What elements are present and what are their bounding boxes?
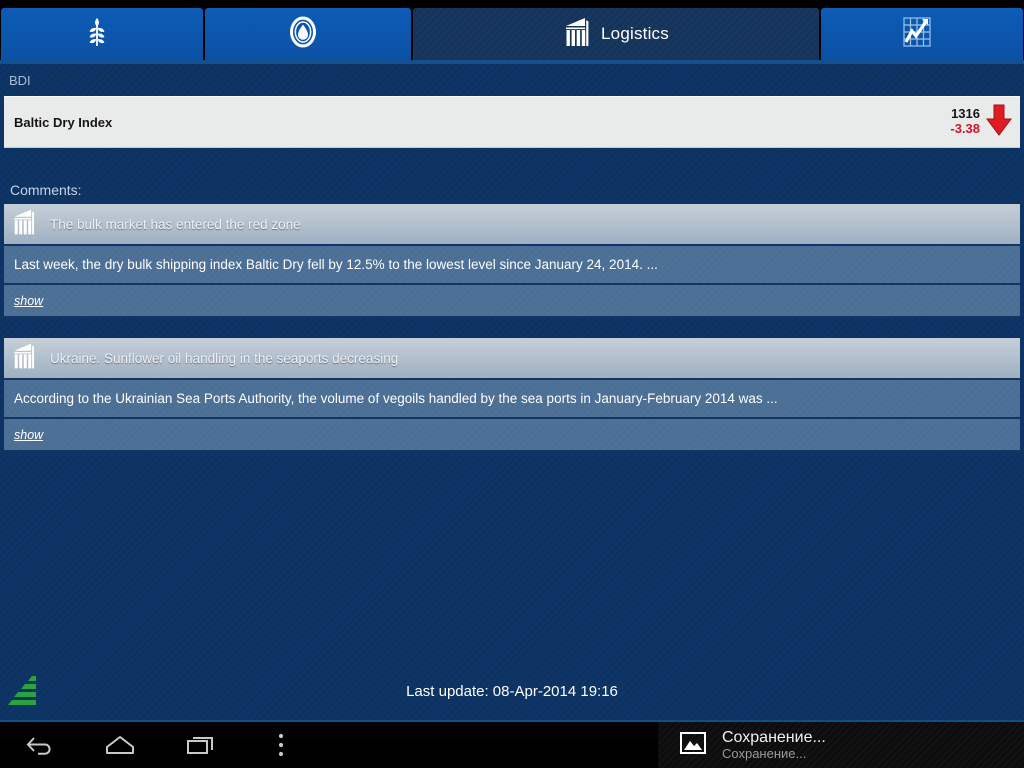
- comment-show-row[interactable]: show: [4, 285, 1020, 318]
- notification-title: Сохранение...: [722, 728, 826, 746]
- line-chart-icon: [900, 15, 934, 54]
- comment-show-row[interactable]: show: [4, 419, 1020, 452]
- show-link[interactable]: show: [14, 428, 43, 442]
- tab-quotes[interactable]: [821, 8, 1023, 60]
- notification-subtitle: Сохранение...: [722, 745, 807, 761]
- last-update-text: Last update: 08-Apr-2014 19:16: [406, 683, 618, 700]
- home-icon[interactable]: [80, 722, 160, 768]
- down-arrow-icon: [986, 102, 1012, 143]
- image-icon: [680, 730, 706, 761]
- notification-screenshot-saving[interactable]: Сохранение... Сохранение...: [658, 722, 1024, 768]
- comment-header[interactable]: The bulk market has entered the red zone: [4, 204, 1020, 246]
- show-link[interactable]: show: [14, 294, 43, 308]
- tab-grain[interactable]: [1, 8, 203, 60]
- tab-oil[interactable]: [205, 8, 411, 60]
- tab-bar-underline: [0, 60, 1024, 64]
- comment-block: The bulk market has entered the red zone…: [4, 204, 1020, 318]
- notification-text: Сохранение... Сохранение...: [722, 729, 826, 761]
- app-root: Logistics BDI Baltic Dry Index 1316 -3.3…: [0, 0, 1024, 768]
- grain-silo-icon: [563, 15, 591, 54]
- tab-bar: Logistics: [0, 0, 1024, 64]
- comment-body: According to the Ukrainian Sea Ports Aut…: [4, 380, 1020, 419]
- android-system-bar: Сохранение... Сохранение...: [0, 720, 1024, 768]
- section-label-bdi: BDI: [9, 73, 31, 88]
- back-arrow-icon[interactable]: [0, 722, 80, 768]
- recent-apps-icon[interactable]: [161, 722, 241, 768]
- quote-value: 1316: [951, 106, 980, 122]
- wheat-icon: [84, 16, 110, 53]
- grain-silo-icon: [10, 341, 38, 376]
- oil-drop-icon: [286, 15, 320, 54]
- comment-header[interactable]: Ukraine. Sunflower oil handling in the s…: [4, 338, 1020, 380]
- tab-logistics[interactable]: Logistics: [413, 8, 819, 60]
- comment-block: Ukraine. Sunflower oil handling in the s…: [4, 338, 1020, 452]
- comments-label: Comments:: [10, 182, 82, 198]
- quote-card-baltic-dry-index[interactable]: Baltic Dry Index 1316 -3.38: [4, 96, 1020, 148]
- comment-body: Last week, the dry bulk shipping index B…: [4, 246, 1020, 285]
- comment-title: Ukraine. Sunflower oil handling in the s…: [50, 350, 399, 366]
- quote-values: 1316 -3.38: [950, 107, 980, 136]
- overflow-menu-icon[interactable]: [241, 722, 321, 768]
- quote-change: -3.38: [950, 121, 980, 136]
- comment-title: The bulk market has entered the red zone: [50, 216, 301, 232]
- grain-silo-icon: [10, 207, 38, 242]
- tab-logistics-label: Logistics: [601, 24, 669, 43]
- quote-name: Baltic Dry Index: [14, 114, 113, 130]
